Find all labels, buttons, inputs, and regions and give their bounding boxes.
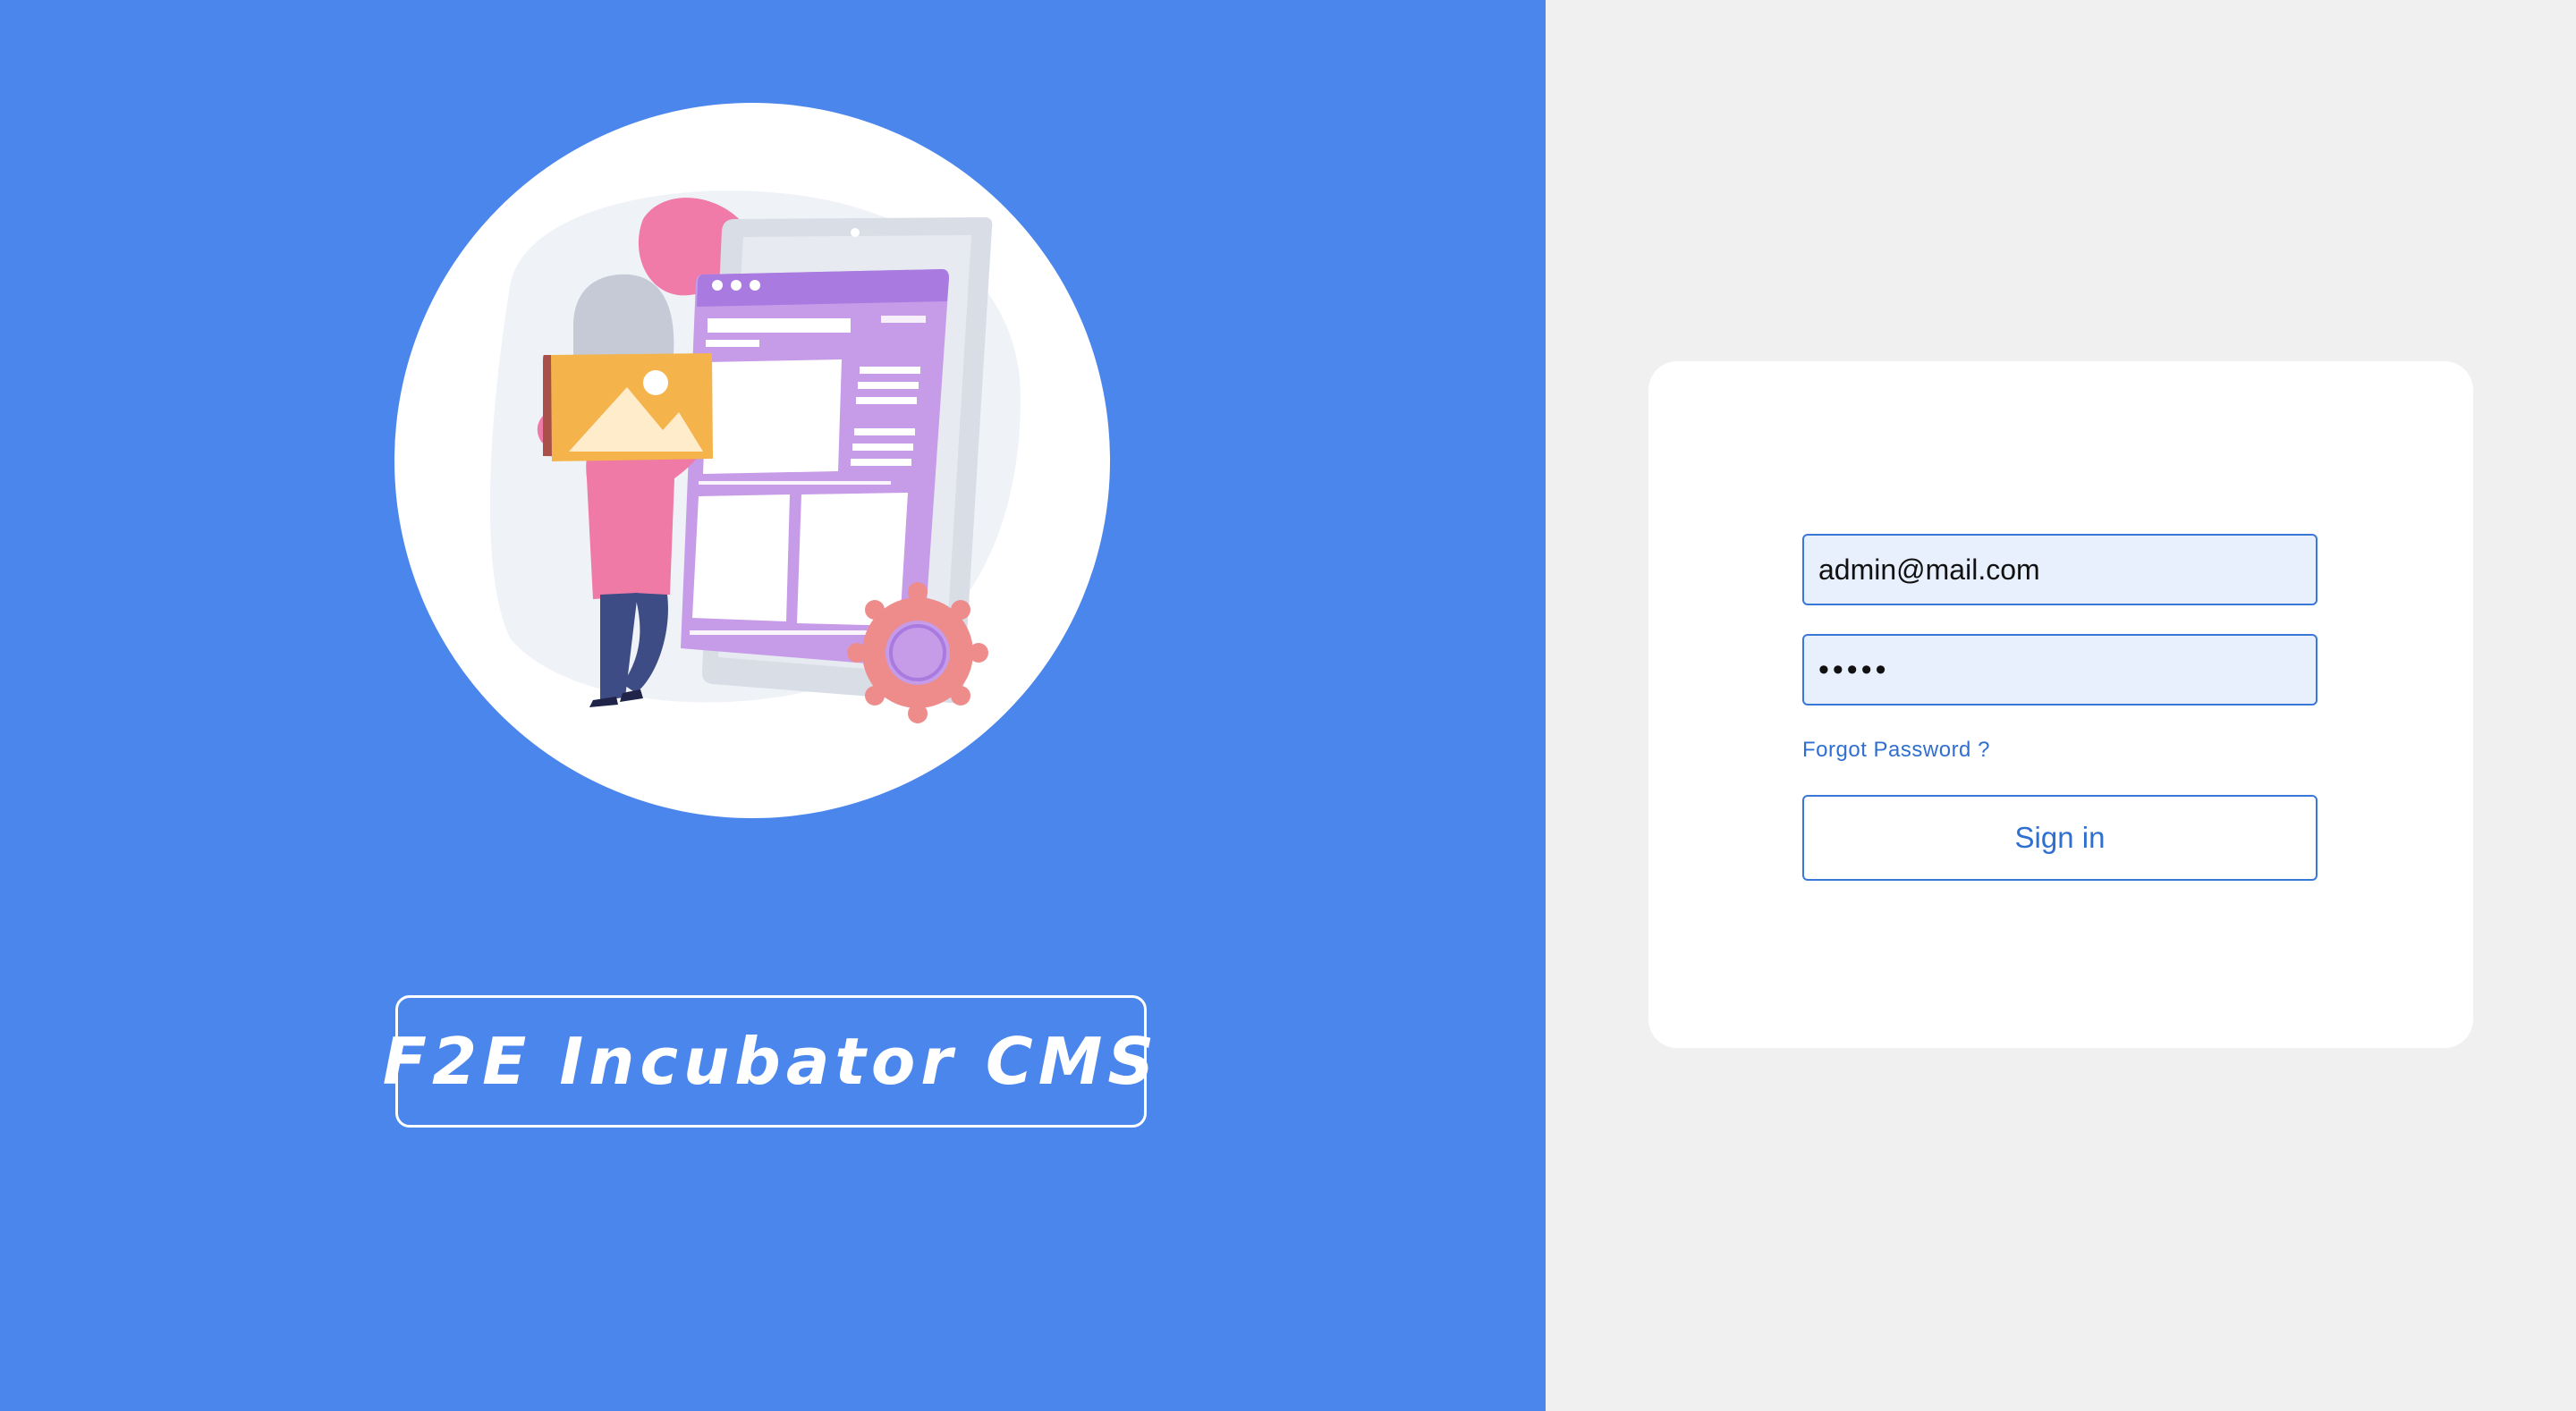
password-field[interactable]	[1802, 634, 2318, 706]
forgot-password-link[interactable]: Forgot Password ?	[1802, 738, 1990, 763]
brand-title-box: F2E Incubator CMS	[383, 995, 1154, 1128]
branding-panel: F2E Incubator CMS	[0, 0, 1546, 1411]
brand-title: F2E Incubator CMS	[382, 1024, 1160, 1099]
login-form: Forgot Password ? Sign in	[1802, 534, 2318, 881]
hero-illustration	[394, 103, 1110, 818]
sign-in-button[interactable]: Sign in	[1802, 795, 2318, 881]
email-field[interactable]	[1802, 534, 2318, 605]
login-card: Forgot Password ? Sign in	[1648, 361, 2473, 1048]
